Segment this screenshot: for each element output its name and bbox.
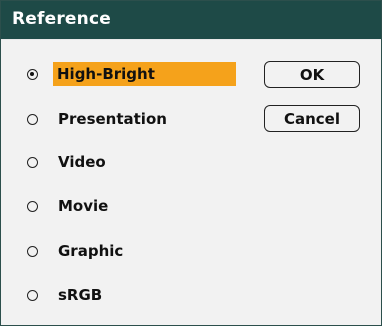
option-movie[interactable]: Movie xyxy=(27,193,242,219)
option-graphic[interactable]: Graphic xyxy=(27,238,242,264)
reference-dialog: Reference High-Bright Presentation Video… xyxy=(0,0,382,326)
radio-unselected-icon[interactable] xyxy=(27,245,38,257)
option-srgb[interactable]: sRGB xyxy=(27,282,242,308)
option-video[interactable]: Video xyxy=(27,149,242,175)
radio-unselected-icon[interactable] xyxy=(27,289,38,301)
option-label: Graphic xyxy=(58,242,124,260)
radio-unselected-icon[interactable] xyxy=(27,113,38,125)
radio-unselected-icon[interactable] xyxy=(27,200,38,212)
option-label: Movie xyxy=(58,197,109,215)
option-label: High-Bright xyxy=(53,62,236,86)
option-high-bright[interactable]: High-Bright xyxy=(27,61,242,87)
cancel-button[interactable]: Cancel xyxy=(264,105,360,132)
radio-selected-icon[interactable] xyxy=(27,68,38,80)
option-label: sRGB xyxy=(58,286,103,304)
ok-button[interactable]: OK xyxy=(264,61,360,88)
title-bar: Reference xyxy=(1,1,381,40)
option-label: Presentation xyxy=(58,110,167,128)
reference-options: High-Bright Presentation Video Movie Gra… xyxy=(1,41,251,321)
option-presentation[interactable]: Presentation xyxy=(27,106,242,132)
radio-unselected-icon[interactable] xyxy=(27,156,38,168)
option-label: Video xyxy=(58,153,106,171)
dialog-title: Reference xyxy=(12,9,111,29)
